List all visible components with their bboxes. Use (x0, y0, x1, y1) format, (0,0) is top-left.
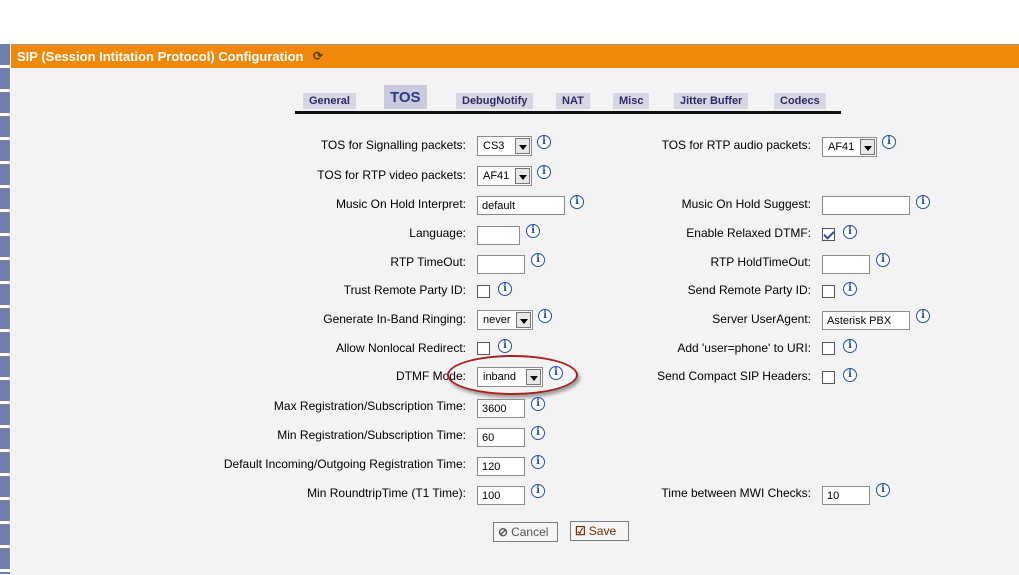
tos-signalling-value: CS3 (483, 140, 505, 152)
label-moh-interpret: Music On Hold Interpret: (335, 197, 466, 211)
chevron-down-icon[interactable] (515, 138, 530, 154)
label-moh-suggest: Music On Hold Suggest: (681, 197, 811, 211)
moh-suggest-input[interactable] (822, 196, 910, 215)
rtp-holdtimeout-input[interactable] (822, 255, 870, 274)
moh-interpret-input[interactable] (477, 196, 565, 215)
info-icon[interactable]: i (531, 253, 545, 267)
info-icon[interactable]: i (531, 426, 545, 440)
info-icon[interactable]: i (526, 224, 540, 238)
tab-misc[interactable]: Misc (613, 93, 650, 109)
panel-titlebar: SIP (Session Intitation Protocol) Config… (11, 45, 1019, 68)
label-nonlocal-redirect: Allow Nonlocal Redirect: (335, 341, 466, 355)
save-button[interactable]: ☑ Save (570, 521, 629, 541)
default-reg-input[interactable] (477, 457, 525, 476)
info-icon[interactable]: i (498, 282, 512, 296)
chevron-down-icon[interactable] (526, 369, 541, 385)
tab-tos[interactable]: TOS (384, 85, 427, 109)
trust-rpid-checkbox[interactable] (477, 285, 490, 298)
info-icon[interactable]: i (876, 483, 890, 497)
cancel-label: Cancel (511, 525, 549, 539)
label-default-reg: Default Incoming/Outgoing Registration T… (223, 457, 466, 471)
label-language: Language: (409, 226, 466, 240)
info-icon[interactable]: i (531, 397, 545, 411)
label-dtmf-mode: DTMF Mode: (395, 369, 466, 383)
tos-rtp-audio-select[interactable]: AF41 (822, 137, 877, 157)
label-server-useragent: Server UserAgent: (712, 312, 811, 326)
label-min-t1: Min RoundtripTime (T1 Time): (307, 486, 466, 500)
left-nav-strip (0, 44, 10, 574)
label-min-reg: Min Registration/Subscription Time: (277, 428, 466, 442)
info-icon[interactable]: i (876, 253, 890, 267)
tab-general[interactable]: General (303, 93, 356, 109)
info-icon[interactable]: i (549, 366, 563, 380)
max-reg-input[interactable] (477, 399, 525, 418)
user-phone-checkbox[interactable] (822, 342, 835, 355)
chevron-down-icon[interactable] (516, 312, 531, 328)
info-icon[interactable]: i (531, 455, 545, 469)
min-t1-input[interactable] (477, 486, 525, 505)
tab-jitter-buffer[interactable]: Jitter Buffer (674, 93, 749, 109)
label-mwi-time: Time between MWI Checks: (661, 486, 811, 500)
info-icon[interactable]: i (882, 135, 896, 149)
tos-rtp-audio-value: AF41 (828, 141, 855, 153)
tos-signalling-select[interactable]: CS3 (477, 136, 532, 156)
label-max-reg: Max Registration/Subscription Time: (273, 399, 466, 413)
rtp-timeout-input[interactable] (477, 255, 525, 274)
info-icon[interactable]: i (537, 165, 551, 179)
page-title: SIP (Session Intitation Protocol) Config… (17, 49, 304, 64)
tab-codecs[interactable]: Codecs (774, 93, 826, 109)
save-label: Save (588, 524, 617, 538)
dtmf-mode-value: inband (483, 371, 517, 383)
relaxed-dtmf-checkbox[interactable] (822, 228, 835, 241)
compact-headers-checkbox[interactable] (822, 371, 835, 384)
label-trust-rpid: Trust Remote Party ID: (343, 283, 466, 297)
info-icon[interactable]: i (843, 339, 857, 353)
inband-ringing-value: never (483, 314, 511, 326)
send-rpid-checkbox[interactable] (822, 285, 835, 298)
info-icon[interactable]: i (570, 195, 584, 209)
info-icon[interactable]: i (843, 282, 857, 296)
info-icon[interactable]: i (916, 195, 930, 209)
tos-rtp-video-value: AF41 (483, 170, 510, 182)
label-user-phone: Add 'user=phone' to URI: (677, 341, 811, 355)
nonlocal-redirect-checkbox[interactable] (477, 342, 490, 355)
chevron-down-icon[interactable] (860, 139, 875, 155)
save-icon: ☑ (575, 524, 586, 538)
language-input[interactable] (477, 226, 520, 245)
info-icon[interactable]: i (498, 339, 512, 353)
chevron-down-icon[interactable] (515, 168, 530, 184)
mwi-time-input[interactable] (822, 486, 870, 505)
dtmf-mode-select[interactable]: inband (477, 367, 543, 387)
label-tos-rtp-video: TOS for RTP video packets: (317, 168, 466, 182)
cancel-icon: ⊘ (498, 525, 509, 539)
server-useragent-input[interactable] (822, 311, 910, 330)
tos-rtp-video-select[interactable]: AF41 (477, 166, 532, 186)
label-inband-ringing: Generate In-Band Ringing: (323, 312, 466, 326)
info-icon[interactable]: i (843, 368, 857, 382)
label-tos-rtp-audio: TOS for RTP audio packets: (661, 138, 811, 152)
info-icon[interactable]: i (537, 135, 551, 149)
inband-ringing-select[interactable]: never (477, 310, 533, 330)
label-rtp-holdtimeout: RTP HoldTimeOut: (710, 255, 811, 269)
label-send-rpid: Send Remote Party ID: (687, 283, 811, 297)
label-relaxed-dtmf: Enable Relaxed DTMF: (686, 226, 811, 240)
info-icon[interactable]: i (531, 484, 545, 498)
info-icon[interactable]: i (538, 309, 552, 323)
cancel-button[interactable]: ⊘ Cancel (493, 522, 558, 542)
tab-nat[interactable]: NAT (556, 93, 590, 109)
min-reg-input[interactable] (477, 428, 525, 447)
info-icon[interactable]: i (843, 225, 857, 239)
info-icon[interactable]: i (916, 309, 930, 323)
label-tos-signalling: TOS for Signalling packets: (320, 138, 466, 152)
refresh-icon[interactable]: ⟳ (313, 45, 323, 68)
tab-debugnotify[interactable]: DebugNotify (456, 93, 534, 109)
label-compact-headers: Send Compact SIP Headers: (657, 369, 811, 383)
tab-bar: General TOS DebugNotify NAT Misc Jitter … (295, 83, 841, 114)
label-rtp-timeout: RTP TimeOut: (390, 255, 466, 269)
